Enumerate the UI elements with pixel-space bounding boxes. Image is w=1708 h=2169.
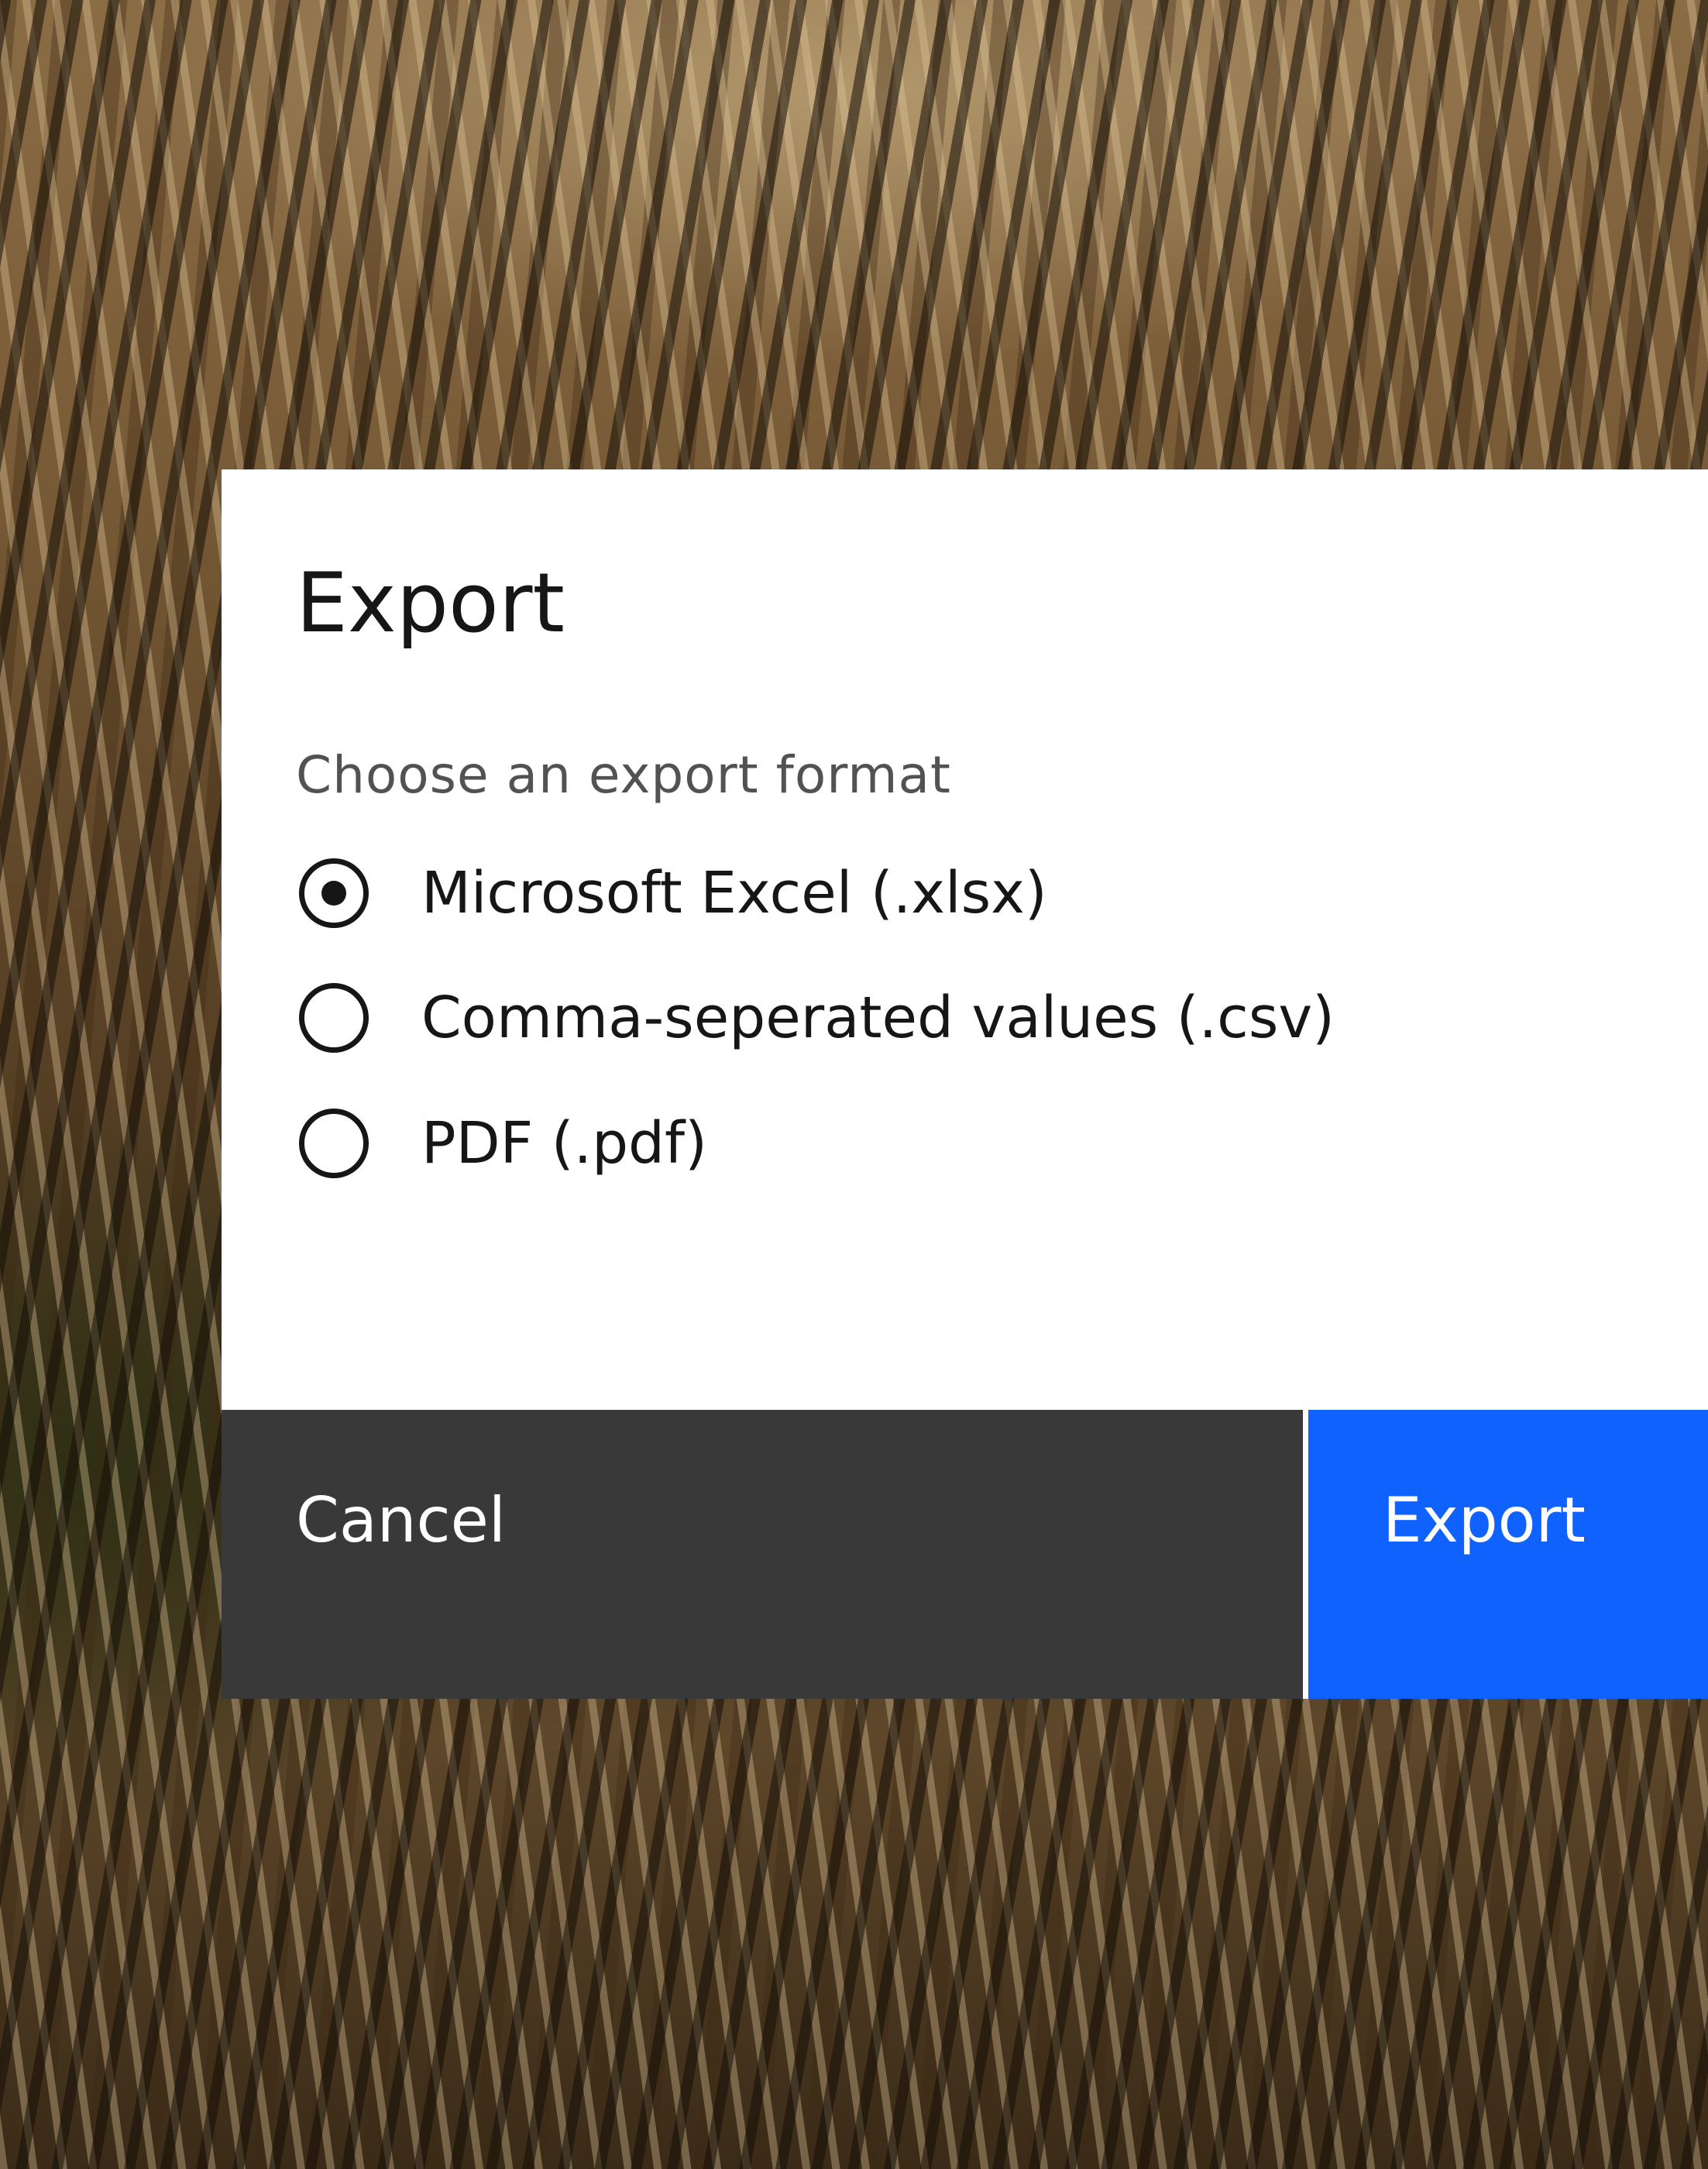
radio-label-xlsx: Microsoft Excel (.xlsx) <box>421 860 1047 926</box>
cancel-button-label: Cancel <box>296 1484 507 1556</box>
export-modal: Export Choose an export format Microsoft… <box>222 469 1708 1699</box>
radio-option-xlsx[interactable]: Microsoft Excel (.xlsx) <box>299 858 1461 944</box>
radio-label-pdf: PDF (.pdf) <box>421 1110 707 1177</box>
radio-option-csv[interactable]: Comma-seperated values (.csv) <box>299 983 1461 1068</box>
cancel-button[interactable]: Cancel <box>222 1410 1303 1699</box>
radio-label-csv: Comma-seperated values (.csv) <box>421 985 1335 1051</box>
radio-unselected-icon[interactable] <box>299 1109 369 1178</box>
radio-dot <box>321 881 346 906</box>
radio-unselected-icon[interactable] <box>299 983 369 1053</box>
export-button-label: Export <box>1383 1484 1586 1556</box>
radio-selected-icon[interactable] <box>299 858 369 928</box>
export-button[interactable]: Export <box>1308 1410 1708 1699</box>
export-format-label: Choose an export format <box>296 745 951 805</box>
radio-option-pdf[interactable]: PDF (.pdf) <box>299 1109 1461 1194</box>
modal-title: Export <box>296 555 565 651</box>
